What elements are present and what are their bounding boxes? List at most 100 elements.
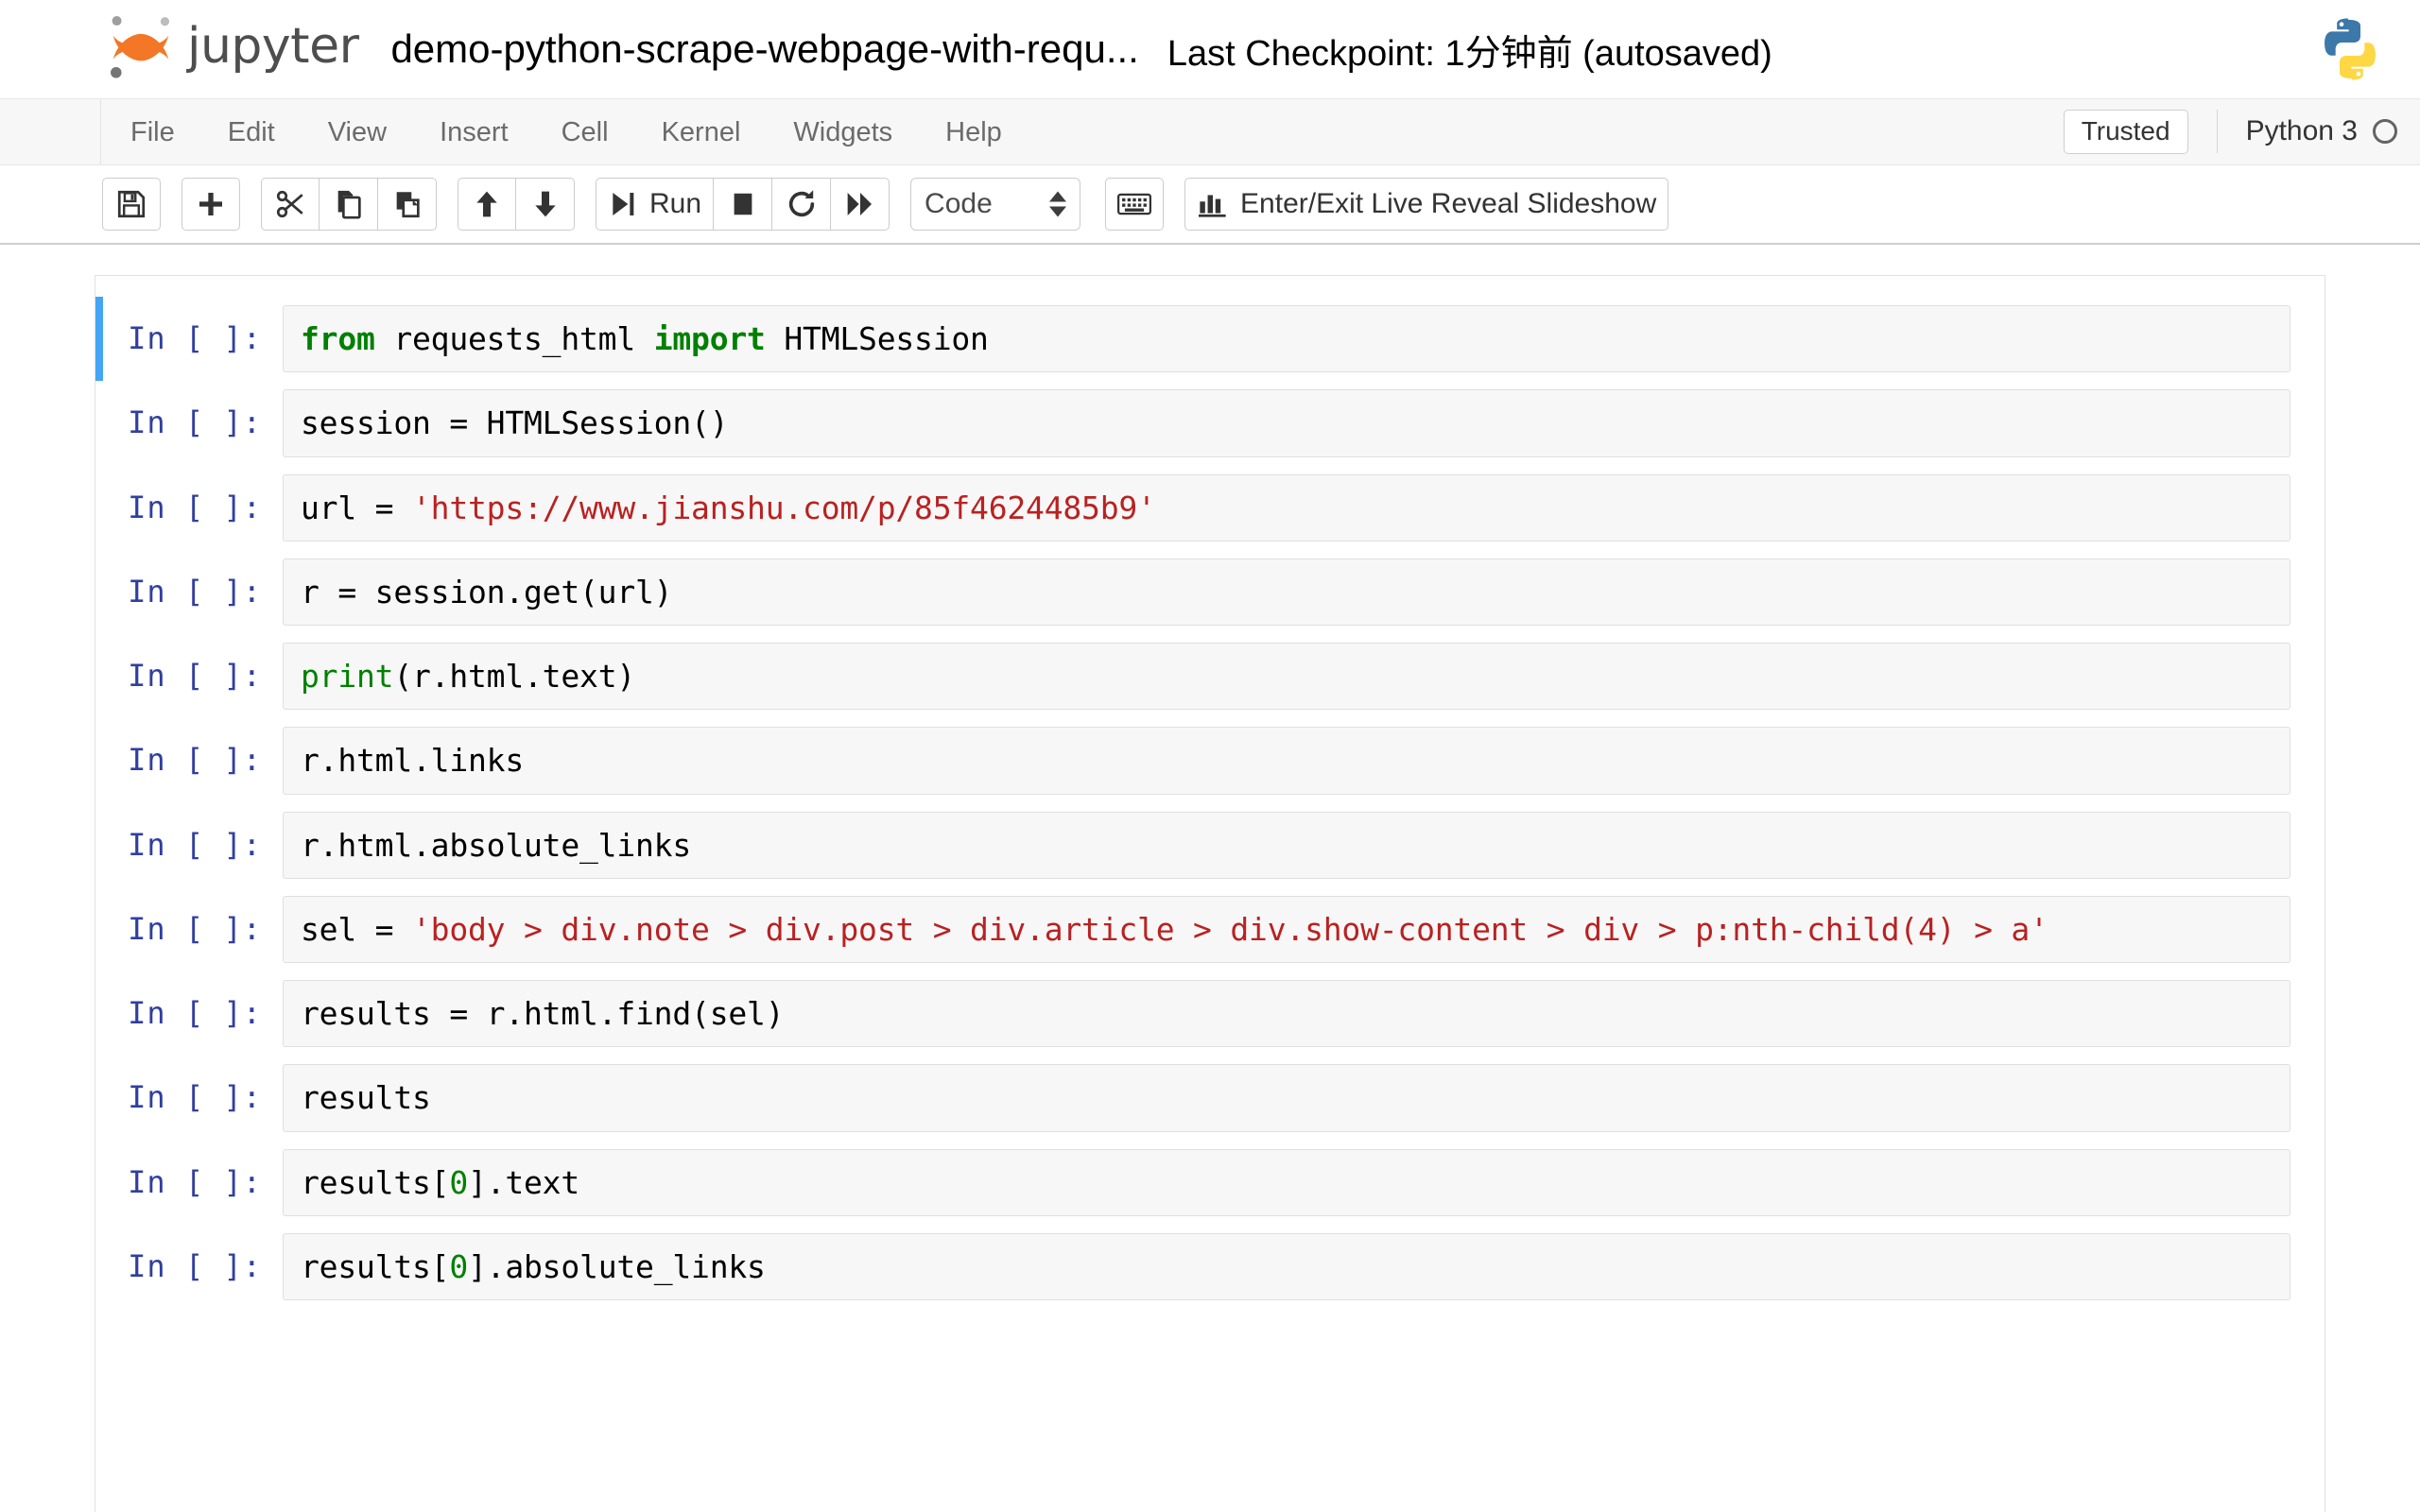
notebook-cell[interactable]: In [ ]: from requests_html import HTMLSe… xyxy=(95,297,2325,382)
fast-forward-icon xyxy=(847,193,872,215)
toolbar-group-save xyxy=(102,178,161,231)
cell-prompt: In [ ]: xyxy=(128,320,262,356)
live-reveal-slideshow-button[interactable]: Enter/Exit Live Reveal Slideshow xyxy=(1184,178,1669,231)
floppy-disk-icon xyxy=(117,190,146,218)
move-cell-up-button[interactable] xyxy=(458,178,516,231)
notebook-cell[interactable]: In [ ]: results xyxy=(95,1056,2325,1140)
restart-kernel-button[interactable] xyxy=(772,178,832,231)
cell-prompt: In [ ]: xyxy=(128,1163,262,1200)
stop-square-icon xyxy=(734,193,752,215)
cell-input-area[interactable]: from requests_html import HTMLSession xyxy=(283,305,2290,373)
jupyter-logo-icon xyxy=(111,16,170,78)
cell-type-value: Code xyxy=(925,188,993,219)
cut-cells-button[interactable] xyxy=(261,178,320,231)
notebook-cell[interactable]: In [ ]: r.html.links xyxy=(95,718,2325,802)
cell-input-area[interactable]: r = session.get(url) xyxy=(283,558,2290,626)
notebook-cell[interactable]: In [ ]: results[0].text xyxy=(95,1141,2325,1225)
menu-item-file[interactable]: File xyxy=(104,99,201,165)
last-checkpoint-label: Last Checkpoint: 1分钟前 (autosaved) xyxy=(1167,33,1772,74)
toolbar-group-palette xyxy=(1105,178,1165,231)
cell-prompt: In [ ]: xyxy=(128,995,262,1031)
trusted-badge[interactable]: Trusted xyxy=(2063,110,2188,154)
cell-source: r.html.links xyxy=(301,742,525,780)
notebook-header: jupyter demo-python-scrape-webpage-with-… xyxy=(0,0,2420,99)
cell-source: session = HTMLSession() xyxy=(301,404,729,442)
cell-source: print(r.html.text) xyxy=(301,658,636,695)
cell-input-area[interactable]: r.html.links xyxy=(283,727,2290,795)
cell-type-select[interactable]: Code xyxy=(910,178,1081,231)
notebook-cell[interactable]: In [ ]: session = HTMLSession() xyxy=(95,381,2325,465)
cell-source: url = 'https://www.jianshu.com/p/85f4624… xyxy=(301,489,1156,526)
arrow-down-icon xyxy=(534,191,556,217)
toolbar-group-slideshow: Enter/Exit Live Reveal Slideshow xyxy=(1184,178,1669,231)
cell-input-area[interactable]: r.html.absolute_links xyxy=(283,811,2290,879)
notebook-cell[interactable]: In [ ]: results[0].absolute_links xyxy=(95,1225,2325,1309)
copy-cells-button[interactable] xyxy=(320,178,378,231)
python-logo-icon xyxy=(2325,18,2376,80)
run-icon xyxy=(613,193,634,215)
keyboard-icon xyxy=(1117,193,1152,215)
menu-item-edit[interactable]: Edit xyxy=(201,99,302,165)
menu-item-widgets[interactable]: Widgets xyxy=(767,99,919,165)
menu-item-help[interactable]: Help xyxy=(919,99,1028,165)
restart-circular-arrow-icon xyxy=(788,190,814,217)
menu-item-cell[interactable]: Cell xyxy=(535,99,635,165)
notebook-title[interactable]: demo-python-scrape-webpage-with-requ... xyxy=(390,26,1138,72)
cell-source: r = session.get(url) xyxy=(301,573,673,610)
cell-prompt: In [ ]: xyxy=(128,910,262,947)
insert-cell-below-button[interactable] xyxy=(182,178,240,231)
menu-divider xyxy=(2216,110,2218,154)
cell-input-area[interactable]: results = r.html.find(sel) xyxy=(283,980,2290,1048)
cell-prompt: In [ ]: xyxy=(128,489,262,525)
notebook-toolbar: Run Code Enter/Exit Live Reveal Slidesho… xyxy=(0,165,2420,245)
restart-and-run-all-button[interactable] xyxy=(831,178,890,231)
cell-source: results xyxy=(301,1079,431,1117)
copy-icon xyxy=(337,190,361,219)
jupyter-logo[interactable]: jupyter xyxy=(104,11,359,81)
menu-item-insert[interactable]: Insert xyxy=(413,99,535,165)
notebook-cell[interactable]: In [ ]: results = r.html.find(sel) xyxy=(95,971,2325,1056)
cell-input-area[interactable]: results xyxy=(283,1064,2290,1132)
kernel-idle-icon[interactable] xyxy=(2373,119,2397,145)
cell-source: from requests_html import HTMLSession xyxy=(301,320,989,357)
kernel-indicator-name: Python 3 xyxy=(2245,115,2358,147)
cell-input-area[interactable]: session = HTMLSession() xyxy=(283,389,2290,457)
notebook-cell[interactable]: In [ ]: r.html.absolute_links xyxy=(95,803,2325,887)
cell-source: r.html.absolute_links xyxy=(301,826,692,864)
notebook-cell[interactable]: In [ ]: r = session.get(url) xyxy=(95,550,2325,634)
save-button[interactable] xyxy=(102,178,161,231)
menu-bar-right: Trusted Python 3 xyxy=(2063,110,2397,154)
notebook-scroll-area[interactable]: In [ ]: from requests_html import HTMLSe… xyxy=(0,245,2420,1512)
paste-icon xyxy=(396,192,420,218)
jupyter-logo-wordmark: jupyter xyxy=(187,18,359,75)
cell-input-area[interactable]: results[0].absolute_links xyxy=(283,1232,2290,1300)
cell-source: results[0].absolute_links xyxy=(301,1247,766,1285)
cell-input-area[interactable]: url = 'https://www.jianshu.com/p/85f4624… xyxy=(283,473,2290,541)
cell-prompt: In [ ]: xyxy=(128,742,262,779)
cell-input-area[interactable]: print(r.html.text) xyxy=(283,643,2290,711)
cell-input-area[interactable]: results[0].text xyxy=(283,1148,2290,1216)
spinner-arrows-icon xyxy=(1049,191,1067,217)
scissors-icon xyxy=(276,190,303,218)
notebook-cell[interactable]: In [ ]: print(r.html.text) xyxy=(95,634,2325,718)
cell-prompt: In [ ]: xyxy=(128,1247,262,1284)
cell-source: sel = 'body > div.note > div.post > div.… xyxy=(301,910,2048,948)
move-cell-down-button[interactable] xyxy=(516,178,575,231)
command-palette-button[interactable] xyxy=(1105,178,1165,231)
bar-chart-icon xyxy=(1199,195,1226,217)
notebook-cell[interactable]: In [ ]: url = 'https://www.jianshu.com/p… xyxy=(95,466,2325,550)
paste-cells-button[interactable] xyxy=(378,178,437,231)
cell-input-area[interactable]: sel = 'body > div.note > div.post > div.… xyxy=(283,895,2290,963)
arrow-up-icon xyxy=(476,191,497,217)
cell-source: results = r.html.find(sel) xyxy=(301,995,785,1032)
plus-icon xyxy=(199,193,222,215)
toolbar-group-insert xyxy=(182,178,240,231)
menu-bar: File Edit View Insert Cell Kernel Widget… xyxy=(0,99,2420,165)
menu-item-view[interactable]: View xyxy=(302,99,413,165)
cell-prompt: In [ ]: xyxy=(128,1079,262,1116)
toolbar-group-move xyxy=(458,178,575,231)
interrupt-kernel-button[interactable] xyxy=(714,178,773,231)
menu-item-kernel[interactable]: Kernel xyxy=(635,99,768,165)
notebook-cell[interactable]: In [ ]: sel = 'body > div.note > div.pos… xyxy=(95,887,2325,971)
run-cell-button[interactable]: Run xyxy=(596,178,715,231)
